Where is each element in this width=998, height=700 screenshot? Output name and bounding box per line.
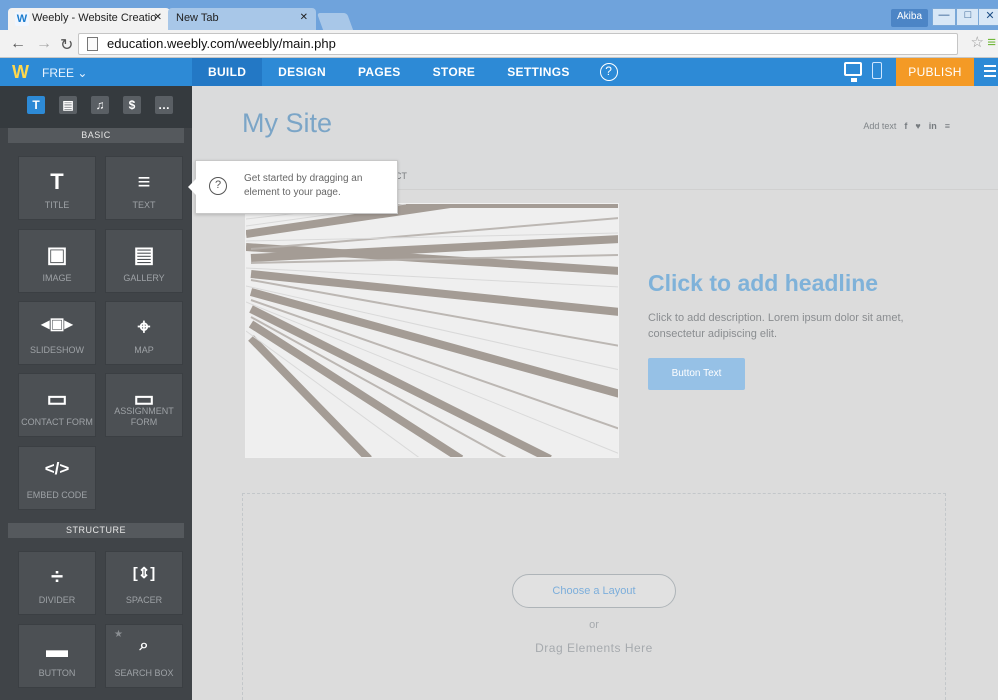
plan-dropdown[interactable]: FREE ⌄ bbox=[42, 66, 87, 80]
close-window-button[interactable]: ✕ bbox=[978, 8, 998, 26]
slideshow-icon: ◂▣▸ bbox=[41, 316, 73, 333]
assignment-form-element[interactable]: ▭ ASSIGNMENT FORM bbox=[105, 373, 183, 437]
text-icon: ≡ bbox=[137, 169, 151, 194]
active-tab-title: Weebly - Website Creatio bbox=[32, 12, 157, 24]
hero-description[interactable]: Click to add description. Lorem ipsum do… bbox=[648, 310, 918, 342]
maximize-window-button[interactable]: □ bbox=[956, 8, 980, 26]
close-tab-icon[interactable]: ✕ bbox=[154, 12, 162, 23]
reload-icon[interactable]: ↻ bbox=[60, 35, 73, 55]
search-box-element[interactable]: ★ ⌕ SEARCH BOX bbox=[105, 624, 183, 688]
twitter-icon[interactable]: ♥ bbox=[915, 121, 920, 131]
browser-menu-icon[interactable]: ≡ bbox=[987, 34, 996, 51]
basic-section-heading: BASIC bbox=[8, 128, 184, 143]
button-element[interactable]: ▬ BUTTON bbox=[18, 624, 96, 688]
getting-started-tooltip: ? Get started by dragging an element to … bbox=[188, 160, 398, 214]
code-icon: </> bbox=[44, 459, 70, 478]
hero-button[interactable]: Button Text bbox=[648, 358, 745, 390]
linkedin-icon[interactable]: in bbox=[929, 121, 937, 131]
layout-elements-icon[interactable]: ▤ bbox=[59, 96, 77, 114]
media-elements-icon[interactable]: ♫ bbox=[91, 96, 109, 114]
nav-store[interactable]: STORE bbox=[417, 58, 492, 86]
help-icon[interactable]: ? bbox=[599, 63, 618, 81]
nav-pages[interactable]: PAGES bbox=[342, 58, 417, 86]
contact-form-element[interactable]: ▭ CONTACT FORM bbox=[18, 373, 96, 437]
or-divider-text: or bbox=[589, 619, 599, 631]
image-element[interactable]: ▣ IMAGE bbox=[18, 229, 96, 293]
site-title[interactable]: My Site bbox=[242, 108, 332, 139]
browser-toolbar: ← → ↻ education.weebly.com/weebly/main.p… bbox=[0, 30, 998, 58]
address-bar[interactable]: education.weebly.com/weebly/main.php bbox=[78, 33, 958, 55]
desktop-preview-icon[interactable] bbox=[844, 62, 862, 82]
element-sidebar: T ▤ ♫ $ … BASIC T TITLE ≡ TEXT ▣ IMAGE ▤ GAL… bbox=[0, 86, 192, 700]
forward-arrow-icon[interactable]: → bbox=[36, 35, 52, 53]
weebly-logo[interactable]: W bbox=[12, 62, 29, 83]
hero-image[interactable] bbox=[245, 203, 619, 458]
publish-button[interactable]: PUBLISH bbox=[896, 58, 974, 86]
close-tab-icon[interactable]: ✕ bbox=[300, 12, 308, 23]
nav-settings[interactable]: SETTINGS bbox=[491, 58, 585, 86]
wood-rays-image-icon bbox=[246, 204, 618, 457]
nav-build[interactable]: BUILD bbox=[192, 58, 263, 86]
gallery-element[interactable]: ▤ GALLERY bbox=[105, 229, 183, 293]
bookmark-star-icon[interactable]: ☆ bbox=[971, 33, 984, 51]
facebook-icon[interactable]: f bbox=[904, 121, 907, 131]
tooltip-text: Get started by dragging an element to yo… bbox=[244, 173, 363, 198]
image-icon: ▣ bbox=[46, 242, 68, 267]
tab-weebly[interactable]: W Weebly - Website Creatio ✕ bbox=[8, 8, 170, 30]
drag-elements-hint: Drag Elements Here bbox=[535, 641, 653, 655]
title-element[interactable]: T TITLE bbox=[18, 156, 96, 220]
nav-design[interactable]: DESIGN bbox=[262, 58, 342, 86]
back-arrow-icon[interactable]: ← bbox=[10, 35, 26, 53]
text-elements-icon[interactable]: T bbox=[27, 96, 45, 114]
address-url: education.weebly.com/weebly/main.php bbox=[107, 36, 336, 51]
browser-tab-strip: W Weebly - Website Creatio ✕ New Tab ✕ A… bbox=[0, 0, 998, 30]
hero-headline[interactable]: Click to add headline bbox=[648, 270, 878, 297]
tab-new-tab[interactable]: New Tab ✕ bbox=[168, 8, 316, 30]
weebly-top-bar: W FREE ⌄ BUILD DESIGN PAGES STORE SETTIN… bbox=[0, 58, 998, 86]
hamburger-menu-icon[interactable] bbox=[984, 65, 996, 79]
divider-element[interactable]: ÷ DIVIDER bbox=[18, 551, 96, 615]
button-icon: ▬ bbox=[46, 637, 68, 662]
structure-section-heading: STRUCTURE bbox=[8, 523, 184, 538]
search-icon: ⌕ bbox=[139, 637, 149, 654]
header-social-area: Add text f ♥ in ≡ bbox=[863, 121, 950, 131]
map-element[interactable]: ⌖ MAP bbox=[105, 301, 183, 365]
embed-code-element[interactable]: </> EMBED CODE bbox=[18, 446, 96, 510]
mobile-preview-icon[interactable] bbox=[872, 62, 882, 79]
more-elements-icon[interactable]: … bbox=[155, 96, 173, 114]
email-icon[interactable]: ≡ bbox=[945, 121, 950, 131]
choose-layout-button[interactable]: Choose a Layout bbox=[512, 574, 676, 608]
gallery-icon: ▤ bbox=[133, 242, 155, 267]
weebly-favicon-icon: W bbox=[15, 12, 29, 26]
browser-user-badge[interactable]: Akiba bbox=[890, 9, 928, 27]
map-pin-icon: ⌖ bbox=[137, 314, 151, 339]
divider-icon: ÷ bbox=[50, 564, 64, 589]
element-category-toolbar: T ▤ ♫ $ … bbox=[0, 86, 192, 128]
new-tab-button[interactable] bbox=[316, 13, 354, 30]
minimize-window-button[interactable]: — bbox=[932, 8, 956, 26]
slideshow-element[interactable]: ◂▣▸ SLIDESHOW bbox=[18, 301, 96, 365]
spacer-icon: [⇕] bbox=[132, 565, 156, 582]
spacer-element[interactable]: [⇕] SPACER bbox=[105, 551, 183, 615]
header-add-text[interactable]: Add text bbox=[863, 121, 896, 131]
help-icon: ? bbox=[209, 177, 227, 195]
title-icon: T bbox=[50, 169, 64, 194]
page-icon bbox=[87, 37, 98, 51]
main-navigation: BUILD DESIGN PAGES STORE SETTINGS ? bbox=[192, 58, 632, 86]
inactive-tab-title: New Tab bbox=[176, 12, 219, 24]
text-element[interactable]: ≡ TEXT bbox=[105, 156, 183, 220]
form-icon: ▭ bbox=[46, 386, 68, 411]
commerce-elements-icon[interactable]: $ bbox=[123, 96, 141, 114]
